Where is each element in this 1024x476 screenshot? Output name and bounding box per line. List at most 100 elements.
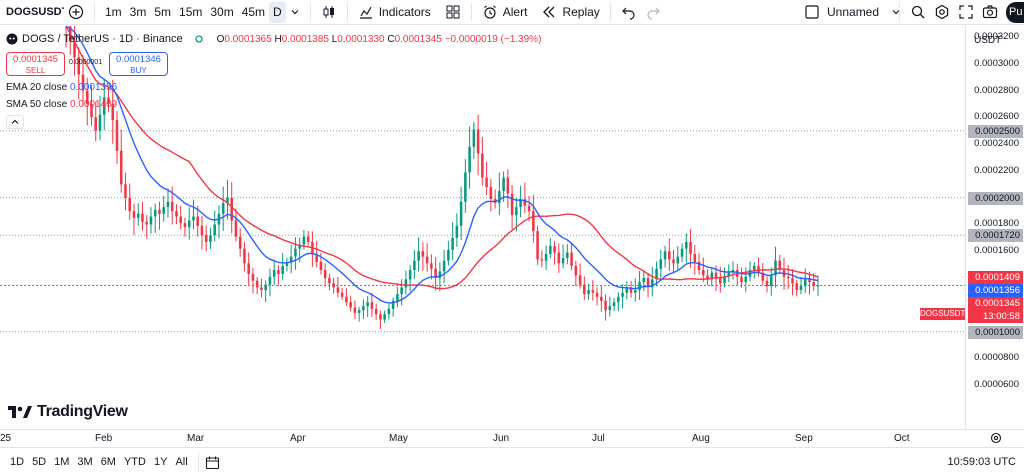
alert-button[interactable]: Alert <box>478 2 532 23</box>
price-axis-label: 0.0001800 <box>974 218 1019 230</box>
candle-down <box>128 197 132 212</box>
redo-button[interactable] <box>641 2 665 23</box>
quick-search-button[interactable] <box>906 2 930 23</box>
candle-up <box>769 275 773 287</box>
candle-up <box>192 216 195 221</box>
candle-up <box>561 257 565 264</box>
tradingview-logo[interactable]: TradingView <box>8 403 128 421</box>
candle-down <box>119 150 123 185</box>
price-chart[interactable] <box>0 0 965 429</box>
chart-type-button[interactable] <box>317 2 341 23</box>
replay-button[interactable]: Replay <box>537 2 603 23</box>
candle-up <box>404 279 408 288</box>
range-1y[interactable]: 1Y <box>150 456 171 468</box>
chart-pane[interactable] <box>0 0 965 429</box>
candles-icon <box>321 4 337 20</box>
candle-down <box>374 308 378 315</box>
candle-up <box>680 248 684 257</box>
price-axis[interactable]: USDT 0.0003200 0.0003000 0.0002800 0.000260… <box>965 26 1024 429</box>
utc-clock[interactable]: 10:59:03 UTC <box>948 456 1016 468</box>
candle-down <box>145 221 148 225</box>
candle-up <box>544 253 548 261</box>
candle-down <box>132 211 136 218</box>
buy-button[interactable]: 0.0001346 BUY <box>109 52 168 76</box>
sell-button[interactable]: 0.0001345 SELL <box>6 52 65 76</box>
candle-down <box>510 193 514 216</box>
settings-button[interactable] <box>930 2 954 23</box>
toolbar-divider <box>609 3 611 21</box>
candle-up <box>752 266 756 271</box>
interval-1d[interactable]: D <box>269 1 286 23</box>
candle-up <box>621 292 624 297</box>
axis-settings-icon[interactable] <box>990 432 1002 444</box>
sell-label: SELL <box>25 66 46 75</box>
undo-button[interactable] <box>617 2 641 23</box>
candle-up <box>498 191 501 204</box>
interval-30m[interactable]: 30m <box>206 2 237 23</box>
candle-down <box>557 252 561 264</box>
candle-down <box>527 205 531 212</box>
symbol-search[interactable]: DOGSUSDT <box>0 0 64 25</box>
candle-down <box>786 276 790 279</box>
templates-button[interactable] <box>441 2 465 23</box>
candle-down <box>349 302 352 308</box>
ema-price-tag: 0.0001356 <box>968 283 1023 297</box>
interval-5m[interactable]: 5m <box>150 2 175 23</box>
candle-up <box>608 306 612 311</box>
range-6m[interactable]: 6M <box>97 456 120 468</box>
candle-down <box>489 187 493 200</box>
candle-up <box>366 302 369 307</box>
candle-up <box>451 237 454 250</box>
candle-down <box>379 314 382 320</box>
range-1d[interactable]: 1D <box>6 456 28 468</box>
time-label-apr: Apr <box>290 433 306 444</box>
candle-down <box>175 211 178 217</box>
interval-15m[interactable]: 15m <box>175 2 206 23</box>
candle-down <box>812 282 816 287</box>
time-label-feb: Feb <box>95 433 113 444</box>
range-3m[interactable]: 3M <box>73 456 96 468</box>
ema-20-line <box>65 25 819 304</box>
candle-down <box>345 296 348 303</box>
publish-button[interactable]: Pu <box>1006 1 1024 23</box>
candle-down <box>234 220 238 237</box>
indicators-button[interactable]: Indicators <box>354 2 435 23</box>
candle-down <box>672 259 675 264</box>
range-all[interactable]: All <box>171 456 191 468</box>
snapshot-button[interactable] <box>978 2 1002 23</box>
compare-add-button[interactable] <box>64 2 88 23</box>
collapse-legend-button[interactable] <box>6 115 24 129</box>
candle-down <box>425 256 429 264</box>
layout-menu-button[interactable]: Unnamed <box>801 2 900 23</box>
toolbar-divider <box>94 3 95 21</box>
candle-down <box>200 225 204 236</box>
sma-price-tag: 0.0001409 <box>968 270 1023 284</box>
calendar-icon[interactable] <box>205 455 220 470</box>
chart-legend: DOGS / TetherUS · 1D · Binance O0.000136… <box>6 33 541 45</box>
candle-down <box>481 153 484 178</box>
candle-down <box>421 251 425 257</box>
time-label-sep: Sep <box>795 433 813 444</box>
fullscreen-icon <box>958 4 974 20</box>
alarm-clock-icon <box>482 4 498 20</box>
candle-down <box>319 261 323 271</box>
candle-down <box>94 117 98 131</box>
range-1m[interactable]: 1M <box>50 456 73 468</box>
range-5d[interactable]: 5D <box>28 456 50 468</box>
candle-down <box>277 270 280 275</box>
interval-45m[interactable]: 45m <box>238 2 269 23</box>
price-axis-label: 0.0003000 <box>974 57 1019 69</box>
rewind-icon <box>541 4 557 20</box>
ema-legend-row[interactable]: EMA 20 close 0.0001356 <box>6 82 117 93</box>
legend-title: DOGS / TetherUS · 1D · Binance <box>22 33 183 45</box>
close-value: 0.0001345 <box>394 33 442 45</box>
fullscreen-button[interactable] <box>954 2 978 23</box>
time-axis[interactable]: 25 Feb Mar Apr May Jun Jul Aug Sep Oct <box>0 429 1024 447</box>
interval-dropdown-button[interactable] <box>286 2 304 23</box>
interval-1m[interactable]: 1m <box>101 2 126 23</box>
interval-3m[interactable]: 3m <box>126 2 151 23</box>
sma-legend-row[interactable]: SMA 50 close 0.0001409 <box>6 99 117 110</box>
candle-up <box>387 308 391 315</box>
candle-down <box>204 235 208 242</box>
range-ytd[interactable]: YTD <box>120 456 150 468</box>
